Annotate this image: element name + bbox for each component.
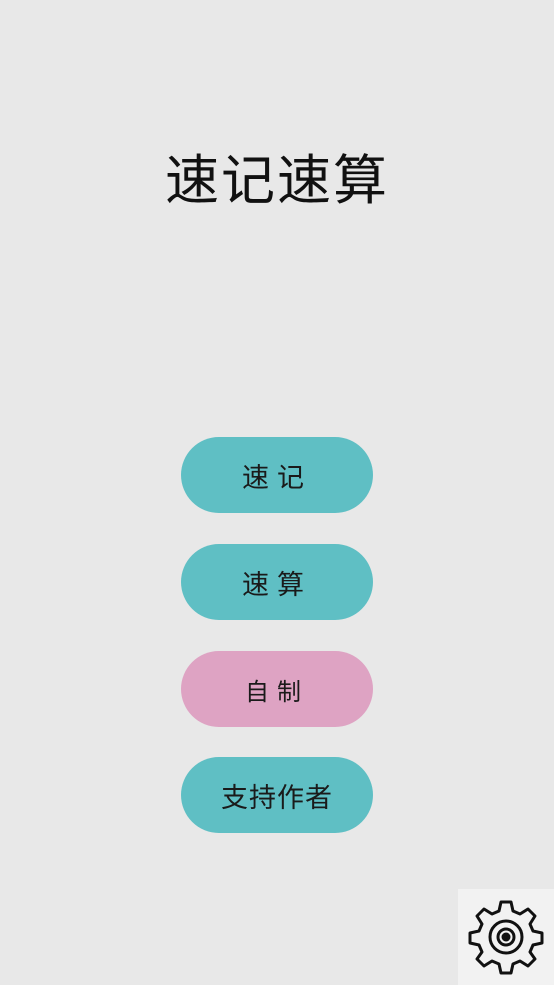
calculation-button[interactable]: 速算 — [181, 544, 373, 620]
memory-button-label: 速记 — [242, 462, 312, 494]
support-author-button-label: 支持作者 — [221, 782, 333, 814]
custom-button-label: 自制 — [245, 677, 309, 706]
calculation-button-label: 速算 — [242, 569, 312, 601]
support-author-button[interactable]: 支持作者 — [181, 757, 373, 833]
app-title: 速记速算 — [165, 149, 389, 212]
settings-button[interactable] — [458, 889, 554, 985]
gear-icon — [468, 900, 544, 975]
memory-button[interactable]: 速记 — [181, 437, 373, 513]
custom-button[interactable]: 自制 — [181, 651, 373, 727]
home-screen: 速记速算 速记 速算 自制 支持作者 — [0, 0, 554, 985]
